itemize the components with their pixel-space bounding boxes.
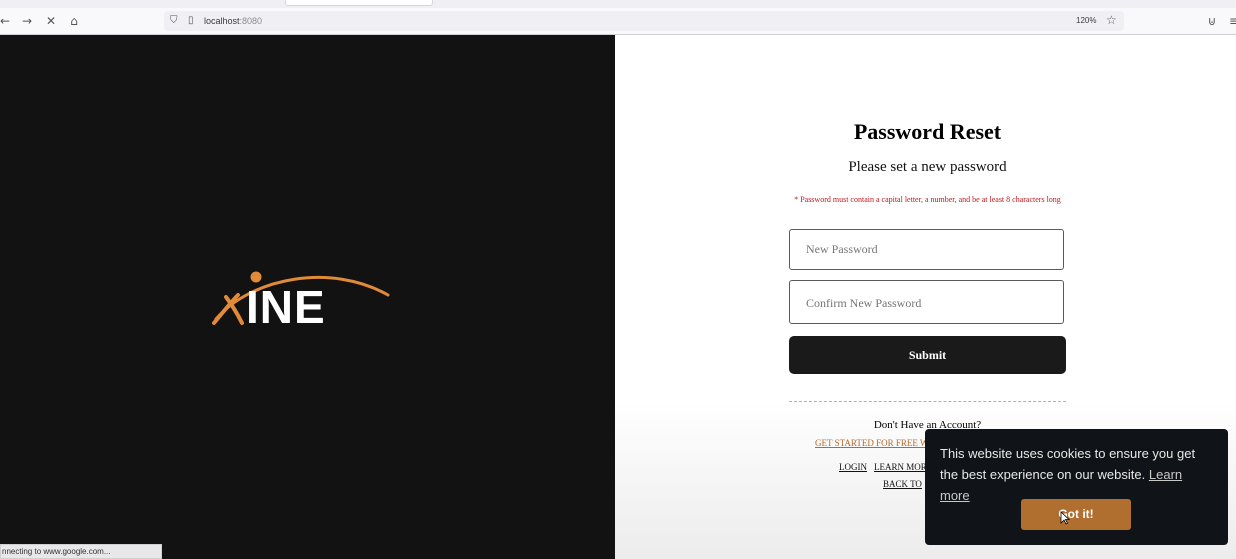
ine-logo-icon: INE xyxy=(212,271,390,329)
login-link[interactable]: LOGIN xyxy=(839,462,867,472)
get-started-link[interactable]: GET STARTED FOR FREE W xyxy=(815,438,928,448)
page-title: Password Reset xyxy=(853,119,1002,144)
divider xyxy=(789,401,1066,402)
url-text[interactable]: localhost:8080 xyxy=(204,13,262,29)
cookie-banner: This website uses cookies to ensure you … xyxy=(925,429,1228,545)
shield-icon[interactable]: ⛉ xyxy=(170,13,178,29)
pocket-icon[interactable]: ⊍ xyxy=(1203,12,1221,30)
cookie-message: This website uses cookies to ensure you … xyxy=(940,443,1214,506)
confirm-password-input[interactable]: Confirm New Password xyxy=(789,280,1064,324)
url-port: :8080 xyxy=(239,16,263,26)
password-requirement-text: * Password must contain a capital letter… xyxy=(794,195,1061,204)
url-host: localhost xyxy=(204,16,240,26)
cookie-accept-button[interactable]: Got it! xyxy=(1021,499,1131,530)
page-icon[interactable]: ▯ xyxy=(188,13,194,29)
new-password-input[interactable]: New Password xyxy=(789,229,1064,270)
status-bar: nnecting to www.google.com... xyxy=(0,544,162,559)
back-to-link[interactable]: BACK TO xyxy=(883,479,922,489)
stop-icon[interactable]: ✕ xyxy=(42,12,60,30)
address-bar[interactable]: ⛉ ▯ localhost:8080 120% ☆ xyxy=(164,11,1124,31)
mouse-cursor-icon xyxy=(1060,511,1070,525)
star-icon[interactable]: ☆ xyxy=(1106,12,1117,28)
learn-more-link[interactable]: LEARN MOR xyxy=(874,462,927,472)
zoom-level[interactable]: 120% xyxy=(1076,13,1096,29)
menu-icon[interactable]: ≡ xyxy=(1225,12,1236,30)
browser-toolbar: ← → ✕ ⌂ ⛉ ▯ localhost:8080 120% ☆ ⊍ ≡ xyxy=(0,8,1236,35)
back-icon[interactable]: ← xyxy=(0,12,14,30)
logo-text: INE xyxy=(246,281,326,329)
new-password-placeholder: New Password xyxy=(806,242,878,256)
active-tab[interactable] xyxy=(285,0,433,6)
submit-button[interactable]: Submit xyxy=(789,336,1066,374)
page-subtitle: Please set a new password xyxy=(848,159,1007,175)
tab-strip xyxy=(0,0,1236,8)
forward-icon[interactable]: → xyxy=(18,12,36,30)
brand-panel: INE xyxy=(0,35,615,559)
home-icon[interactable]: ⌂ xyxy=(65,12,83,30)
confirm-password-placeholder: Confirm New Password xyxy=(806,296,922,310)
